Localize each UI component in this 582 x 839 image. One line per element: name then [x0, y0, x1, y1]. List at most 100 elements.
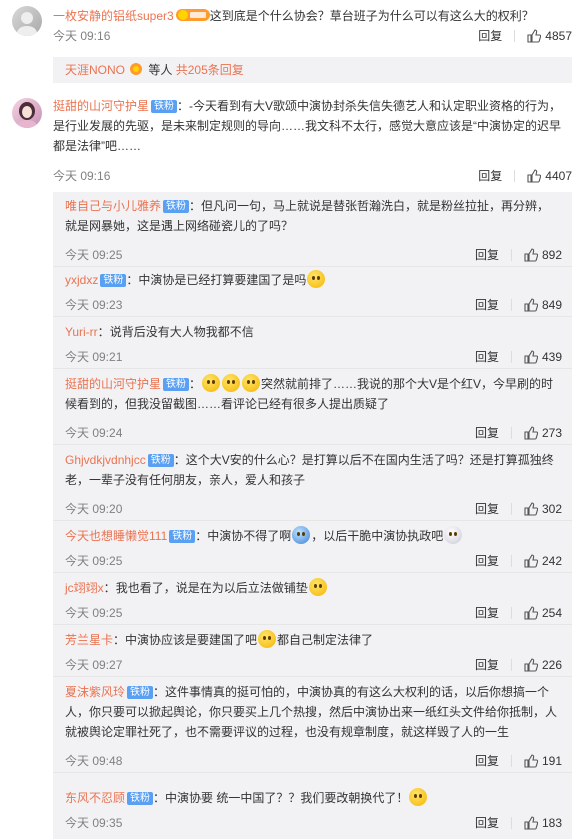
- summary-count[interactable]: 共205条回复: [176, 63, 244, 77]
- like-count: 439: [541, 349, 562, 364]
- reply-text: 都自己制定法律了: [277, 633, 374, 647]
- divider: [510, 816, 512, 829]
- reply-time: 今天 09:48: [65, 754, 123, 768]
- divider: [510, 426, 512, 439]
- reply-username[interactable]: Yuri-rr: [65, 325, 98, 339]
- comment-item: 挺甜的山河守护星 铁粉 ：-今天看到有大V歌颂中演协封杀失信失德艺人和认定职业资格的…: [0, 92, 582, 192]
- reply-item: Yuri-rr：说背后没有大人物我都不信 今天 09:21 回复 439: [53, 322, 572, 369]
- reply-button[interactable]: 回复: [475, 552, 499, 569]
- like-button[interactable]: 439: [524, 350, 562, 364]
- reply-actions: 回复 892: [475, 246, 562, 263]
- fan-badge: 铁粉: [127, 792, 154, 805]
- divider: [510, 502, 512, 515]
- thumbs-up-icon: [524, 553, 538, 568]
- reply-username[interactable]: 挺甜的山河守护星: [65, 377, 161, 391]
- reply-text: 中演协是已经打算要建国了是吗: [138, 273, 307, 287]
- reply-actions: 回复 226: [475, 656, 562, 673]
- reply-time: 今天 09:27: [65, 658, 123, 672]
- avatar[interactable]: [12, 6, 42, 36]
- reply-button[interactable]: 回复: [475, 604, 499, 621]
- reply-item: 东风不忍顾 铁粉 ：中演协要 统一中国了？？我们要改朝换代了！ 今天 09:35 回…: [65, 788, 572, 832]
- reply-button[interactable]: 回复: [475, 814, 499, 831]
- reply-username[interactable]: 夏沫紫风玲: [65, 685, 125, 699]
- reply-button[interactable]: 回复: [478, 27, 502, 44]
- thumbs-up-icon: [524, 349, 538, 364]
- divider: [53, 266, 572, 267]
- like-button[interactable]: 849: [524, 298, 562, 312]
- comment-username[interactable]: 一枚安静的铝纸super3: [53, 9, 174, 23]
- fan-badge: 铁粉: [100, 274, 127, 287]
- reply-item: 挺甜的山河守护星 铁粉：突然就前排了……我说的那个大V是个红V，今早刷的时候看到的…: [53, 374, 572, 445]
- divider: [53, 572, 572, 573]
- reply-button[interactable]: 回复: [475, 656, 499, 673]
- like-button[interactable]: 226: [524, 658, 562, 672]
- reply-time: 今天 09:25: [65, 606, 123, 620]
- like-button[interactable]: 892: [524, 248, 562, 262]
- divider: [510, 248, 512, 261]
- like-count: 254: [541, 605, 562, 620]
- thumbs-up-icon: [524, 501, 538, 516]
- reply-time: 今天 09:25: [65, 248, 123, 262]
- like-button[interactable]: 302: [524, 502, 562, 516]
- like-count: 191: [541, 753, 562, 768]
- thumbs-up-icon: [524, 247, 538, 262]
- like-button[interactable]: 254: [524, 606, 562, 620]
- reply-button[interactable]: 回复: [475, 296, 499, 313]
- reply-username[interactable]: 今天也想睡懒觉111: [65, 529, 167, 543]
- reply-button[interactable]: 回复: [475, 424, 499, 441]
- reply-button[interactable]: 回复: [475, 348, 499, 365]
- comment-username[interactable]: 挺甜的山河守护星: [53, 99, 149, 113]
- avatar[interactable]: [12, 98, 42, 128]
- doge-emoji-icon: [409, 788, 428, 806]
- comment-time: 今天 09:16: [53, 169, 111, 183]
- divider: [510, 606, 512, 619]
- like-button[interactable]: 273: [524, 426, 562, 440]
- like-button[interactable]: 183: [524, 816, 562, 830]
- thumbs-up-icon: [527, 28, 542, 43]
- like-count: 302: [541, 501, 562, 516]
- replies-panel: 唯自己与小儿雅养 铁粉 ：但凡问一句，马上就说是替张哲瀚洗白，就是粉丝拉扯，再分辨，…: [53, 192, 572, 839]
- reply-time: 今天 09:35: [65, 816, 123, 830]
- reply-text: 中演协要 统一中国了？？我们要改朝换代了！: [165, 791, 409, 805]
- like-count: 183: [541, 815, 562, 830]
- fan-badge: 铁粉: [127, 686, 154, 699]
- thumbs-up-icon: [524, 657, 538, 672]
- divider: [510, 554, 512, 567]
- reply-username[interactable]: jc翊翊x: [65, 581, 104, 595]
- thumbs-up-icon: [524, 297, 538, 312]
- thumbs-up-icon: [524, 425, 538, 440]
- reply-button[interactable]: 回复: [478, 167, 502, 184]
- divider: [510, 298, 512, 311]
- comment-time: 今天 09:16: [53, 29, 111, 43]
- summary-username[interactable]: 天涯NONO: [65, 63, 125, 77]
- reply-actions: 回复 254: [475, 604, 562, 621]
- divider: [53, 316, 572, 317]
- reply-button[interactable]: 回复: [475, 752, 499, 769]
- like-count: 892: [541, 247, 562, 262]
- surprised-emoji-icon: [242, 374, 261, 392]
- reply-username[interactable]: yxjdxz: [65, 273, 98, 287]
- like-button[interactable]: 242: [524, 554, 562, 568]
- reply-item: 夏沫紫风玲 铁粉 ：这件事情真的挺可怕的，中演协真的有这么大权利的话，以后你想搞一个…: [53, 682, 572, 773]
- reply-actions: 回复 191: [475, 752, 562, 769]
- like-count: 849: [541, 297, 562, 312]
- summary-text: 等人: [148, 63, 173, 77]
- like-button[interactable]: 4857: [527, 29, 572, 43]
- reply-text: ，以后干脆中演协执政吧: [311, 529, 444, 543]
- reply-actions: 回复 849: [475, 296, 562, 313]
- reply-item: 今天也想睡懒觉111 铁粉 ：中演协不得了啊 ，以后干脆中演协执政吧 今天 09:25…: [53, 526, 572, 573]
- reply-item: yxjdxz 铁粉 ：中演协是已经打算要建国了是吗 今天 09:23 回复 849: [53, 270, 572, 317]
- reply-username[interactable]: 唯自己与小儿雅养: [65, 199, 161, 213]
- reply-username[interactable]: Ghjvdkjvdnhjcc: [65, 453, 146, 467]
- like-button[interactable]: 4407: [527, 169, 572, 183]
- reply-button[interactable]: 回复: [475, 500, 499, 517]
- replies-summary[interactable]: 天涯NONO 等人 共205条回复: [53, 57, 572, 83]
- reply-username[interactable]: 芳兰星卡: [65, 633, 113, 647]
- reply-username[interactable]: 东风不忍顾: [65, 791, 125, 805]
- reply-button[interactable]: 回复: [475, 246, 499, 263]
- fan-badge: 铁粉: [169, 530, 196, 543]
- like-button[interactable]: 191: [524, 754, 562, 768]
- divider: [53, 624, 572, 625]
- divider: [53, 772, 572, 773]
- reply-time: 今天 09:20: [65, 502, 123, 516]
